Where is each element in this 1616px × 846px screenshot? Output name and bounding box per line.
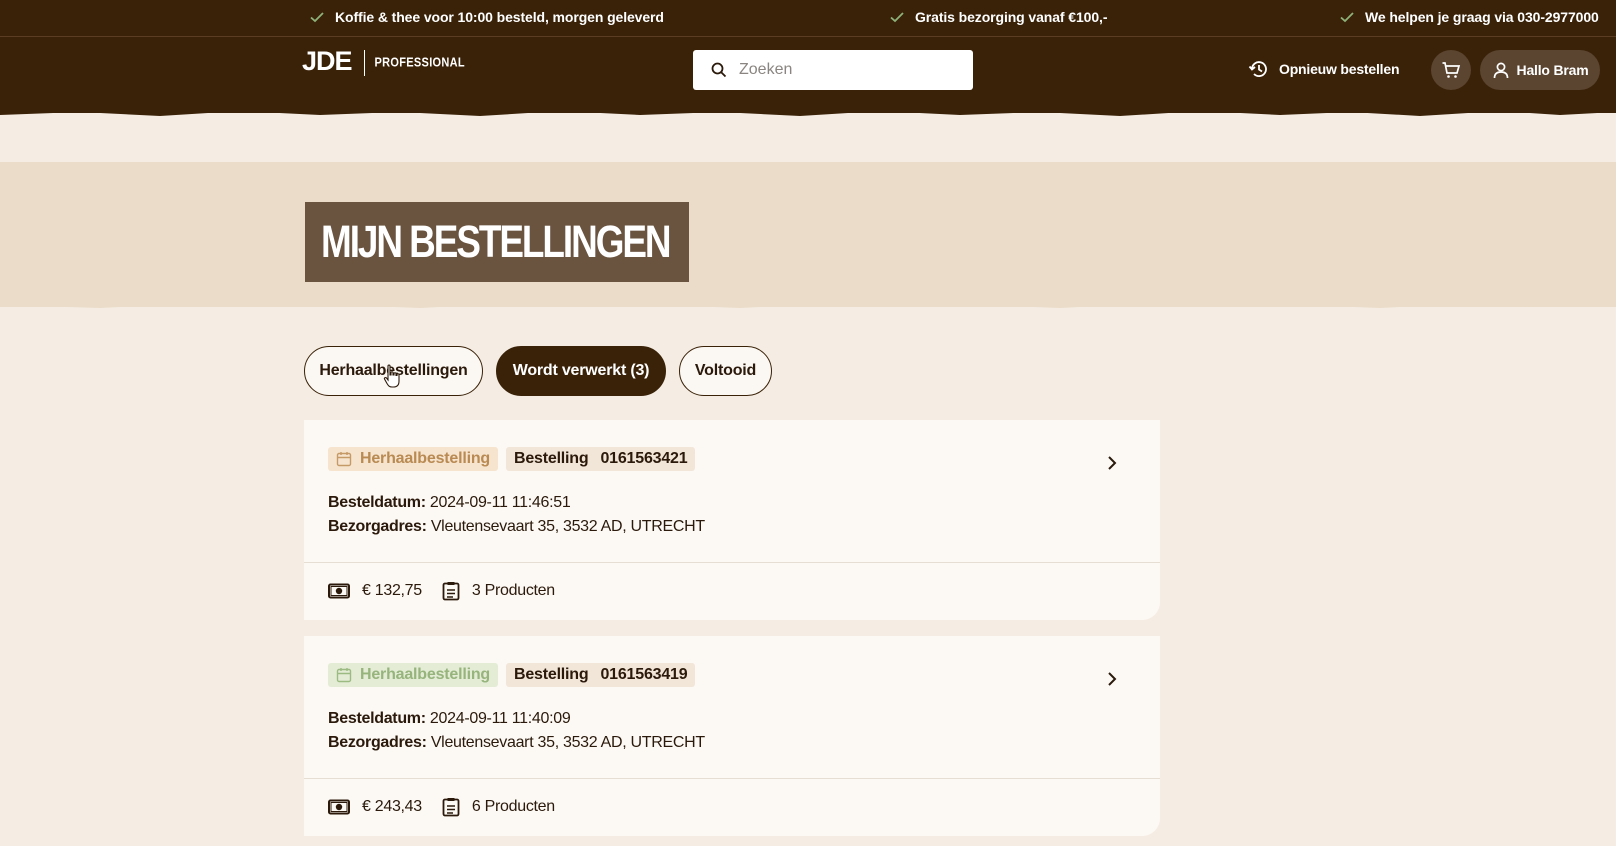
usp-label: We helpen je graag via 030-2977000 [1365, 9, 1599, 25]
order-card-footer: € 243,43 6 Producten [304, 779, 1160, 835]
money-icon [328, 799, 350, 815]
cart-button[interactable] [1431, 50, 1471, 90]
order-badges: Herhaalbestelling Bestelling 0161563419 [328, 663, 696, 687]
user-greeting: Hallo Bram [1516, 62, 1589, 78]
usp-item-delivery: Koffie & thee voor 10:00 besteld, morgen… [309, 9, 664, 25]
repeat-order-label: Herhaalbestelling [360, 666, 490, 683]
page-title-text: MIJN BESTELLINGEN [321, 216, 672, 267]
repeat-order-label: Herhaalbestelling [360, 450, 490, 467]
usp-label: Koffie & thee voor 10:00 besteld, morgen… [335, 9, 664, 25]
reorder-button[interactable]: Opnieuw bestellen [1248, 58, 1399, 80]
order-meta: Besteldatum: 2024-09-11 11:46:51 Bezorga… [328, 491, 705, 539]
order-amount-value: € 243,43 [362, 798, 422, 815]
order-date-label: Besteldatum: [328, 710, 426, 727]
order-products-count: 6 Producten [471, 798, 555, 815]
repeat-order-badge: Herhaalbestelling [328, 663, 498, 687]
usp-label: Gratis bezorging vanaf €100,- [915, 9, 1108, 25]
order-address-value: Vleutensevaart 35, 3532 AD, UTRECHT [430, 734, 705, 751]
logo-mark: JDE [302, 46, 353, 76]
order-card-header: Herhaalbestelling Bestelling 0161563421 … [304, 420, 1160, 563]
order-date-value: 2024-09-11 11:40:09 [429, 710, 571, 727]
order-address-value: Vleutensevaart 35, 3532 AD, UTRECHT [430, 518, 705, 535]
order-number: 0161563421 [600, 450, 688, 467]
order-amount: € 132,75 [328, 582, 422, 600]
order-date-label: Besteldatum: [328, 494, 426, 511]
order-date-row: Besteldatum: 2024-09-11 11:46:51 [328, 491, 705, 515]
mouse-cursor-icon [383, 364, 400, 388]
order-meta: Besteldatum: 2024-09-11 11:40:09 Bezorga… [328, 707, 705, 755]
order-badges: Herhaalbestelling Bestelling 0161563421 [328, 447, 696, 471]
search-icon [711, 62, 727, 78]
usp-bar: Koffie & thee voor 10:00 besteld, morgen… [0, 0, 1616, 37]
cart-icon [1442, 62, 1461, 78]
order-card[interactable]: Herhaalbestelling Bestelling 0161563419 … [304, 636, 1160, 836]
chevron-right-icon[interactable] [1106, 454, 1118, 472]
reorder-label: Opnieuw bestellen [1279, 61, 1400, 77]
account-button[interactable]: Hallo Bram [1480, 50, 1600, 90]
usp-item-help: We helpen je graag via 030-2977000 [1339, 9, 1599, 25]
chevron-right-icon[interactable] [1106, 670, 1118, 688]
order-number-badge: Bestelling 0161563419 [505, 663, 696, 687]
order-date-value: 2024-09-11 11:46:51 [429, 494, 571, 511]
order-date-row: Besteldatum: 2024-09-11 11:40:09 [328, 707, 705, 731]
check-icon [890, 12, 904, 23]
order-amount: € 243,43 [328, 798, 422, 816]
search-input[interactable] [739, 61, 959, 79]
hero-torn-edge [0, 300, 1616, 308]
order-address-row: Bezorgadres: Vleutensevaart 35, 3532 AD,… [328, 731, 705, 755]
tab-processing[interactable]: Wordt verwerkt (3) [496, 346, 666, 396]
clipboard-icon [442, 582, 460, 601]
money-icon [328, 583, 350, 599]
logo-text: PROFESSIONAL [374, 55, 465, 70]
page-title: MIJN BESTELLINGEN [305, 202, 689, 282]
logo-divider [363, 49, 365, 76]
jde-logo[interactable]: JDE PROFESSIONAL [302, 40, 465, 77]
repeat-order-badge: Herhaalbestelling [328, 447, 498, 471]
order-card-footer: € 132,75 3 Producten [304, 563, 1160, 619]
search-bar[interactable] [693, 50, 973, 90]
order-number: 0161563419 [600, 666, 688, 683]
check-icon [1340, 12, 1354, 23]
order-label: Bestelling [513, 666, 589, 683]
order-number-badge: Bestelling 0161563421 [505, 447, 696, 471]
order-products: 3 Producten [442, 581, 555, 601]
header-torn-edge [0, 104, 1616, 116]
order-products-count: 3 Producten [471, 582, 555, 599]
usp-item-shipping: Gratis bezorging vanaf €100,- [889, 9, 1107, 25]
calendar-icon [336, 452, 352, 467]
check-icon [310, 12, 324, 23]
order-address-label: Bezorgadres: [328, 734, 427, 751]
calendar-icon [336, 668, 352, 683]
order-card-header: Herhaalbestelling Bestelling 0161563419 … [304, 636, 1160, 779]
history-icon [1248, 61, 1267, 77]
order-address-row: Bezorgadres: Vleutensevaart 35, 3532 AD,… [328, 515, 705, 539]
order-products: 6 Producten [442, 797, 555, 817]
order-address-label: Bezorgadres: [328, 518, 427, 535]
order-amount-value: € 132,75 [362, 582, 422, 599]
order-card[interactable]: Herhaalbestelling Bestelling 0161563421 … [304, 420, 1160, 620]
clipboard-icon [442, 798, 460, 817]
order-label: Bestelling [513, 450, 589, 467]
tab-completed[interactable]: Voltooid [679, 346, 772, 396]
user-icon [1493, 62, 1508, 79]
hero-banner [0, 162, 1616, 307]
